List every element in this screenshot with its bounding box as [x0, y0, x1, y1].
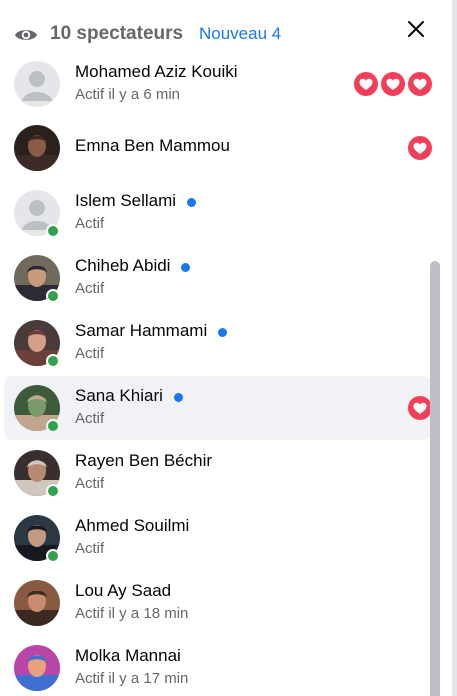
online-indicator — [46, 419, 60, 433]
viewer-name[interactable]: Emna Ben Mammou — [75, 136, 230, 156]
viewer-row[interactable]: Sana Khiari Actif — [4, 376, 432, 440]
viewers-header: 10 spectateurs Nouveau 4 — [0, 0, 452, 60]
love-reaction-icon — [408, 72, 432, 96]
panel-edge — [452, 0, 457, 696]
viewer-row[interactable]: Samar Hammami Actif — [4, 311, 432, 375]
viewer-name[interactable]: Ahmed Souilmi — [75, 516, 189, 536]
love-reaction-icon — [354, 72, 378, 96]
viewer-name[interactable]: Rayen Ben Béchir — [75, 451, 212, 471]
close-icon[interactable] — [404, 17, 428, 41]
love-reaction-icon — [408, 396, 432, 420]
viewer-name[interactable]: Sana Khiari — [75, 386, 163, 406]
online-indicator — [46, 224, 60, 238]
online-indicator — [46, 549, 60, 563]
viewers-panel: Mohamed Aziz Kouiki Actif il y a 6 min Emn… — [0, 0, 452, 696]
new-viewers-link[interactable]: Nouveau 4 — [199, 24, 281, 44]
avatar[interactable] — [14, 645, 60, 691]
viewer-status: Actif — [75, 345, 105, 362]
viewer-name[interactable]: Islem Sellami — [75, 191, 176, 211]
reactions — [408, 136, 432, 160]
viewer-row[interactable]: Chiheb Abidi Actif — [4, 246, 432, 310]
viewer-status: Actif il y a 17 min — [75, 670, 189, 687]
avatar[interactable] — [14, 580, 60, 626]
viewer-row[interactable]: Ahmed Souilmi Actif — [4, 506, 432, 570]
viewer-status: Actif il y a 18 min — [75, 605, 189, 622]
new-viewer-dot — [181, 263, 191, 272]
viewer-row[interactable]: Rayen Ben Béchir Actif — [4, 441, 432, 505]
viewer-status: Actif il y a 6 min — [75, 86, 181, 103]
viewer-status: Actif — [75, 475, 105, 492]
viewer-name[interactable]: Molka Mannai — [75, 646, 181, 666]
online-indicator — [46, 484, 60, 498]
viewer-count: 10 spectateurs — [50, 23, 184, 44]
online-indicator — [46, 354, 60, 368]
viewer-status: Actif — [75, 540, 105, 557]
viewer-row[interactable]: Mohamed Aziz Kouiki Actif il y a 6 min — [4, 52, 432, 116]
viewer-name[interactable]: Samar Hammami — [75, 321, 207, 341]
scrollbar[interactable] — [430, 261, 440, 696]
eye-icon — [15, 30, 37, 40]
new-viewer-dot — [173, 393, 183, 402]
avatar[interactable] — [14, 61, 60, 107]
viewer-status: Actif — [75, 280, 105, 297]
viewer-status: Actif — [75, 410, 105, 427]
love-reaction-icon — [381, 72, 405, 96]
viewer-name[interactable]: Chiheb Abidi — [75, 256, 170, 276]
viewer-name[interactable]: Lou Ay Saad — [75, 581, 171, 601]
new-viewer-dot — [187, 198, 197, 207]
viewer-row[interactable]: Lou Ay Saad Actif il y a 18 min — [4, 571, 432, 635]
avatar[interactable] — [14, 125, 60, 171]
viewer-name[interactable]: Mohamed Aziz Kouiki — [75, 62, 238, 82]
viewer-row[interactable]: Emna Ben Mammou — [4, 116, 432, 180]
viewer-row[interactable]: Islem Sellami Actif — [4, 181, 432, 245]
viewer-status: Actif — [75, 215, 105, 232]
new-viewer-dot — [218, 328, 228, 337]
love-reaction-icon — [408, 136, 432, 160]
reactions — [408, 396, 432, 420]
online-indicator — [46, 289, 60, 303]
viewer-row[interactable]: Molka Mannai Actif il y a 17 min — [4, 636, 432, 696]
reactions — [354, 72, 432, 96]
